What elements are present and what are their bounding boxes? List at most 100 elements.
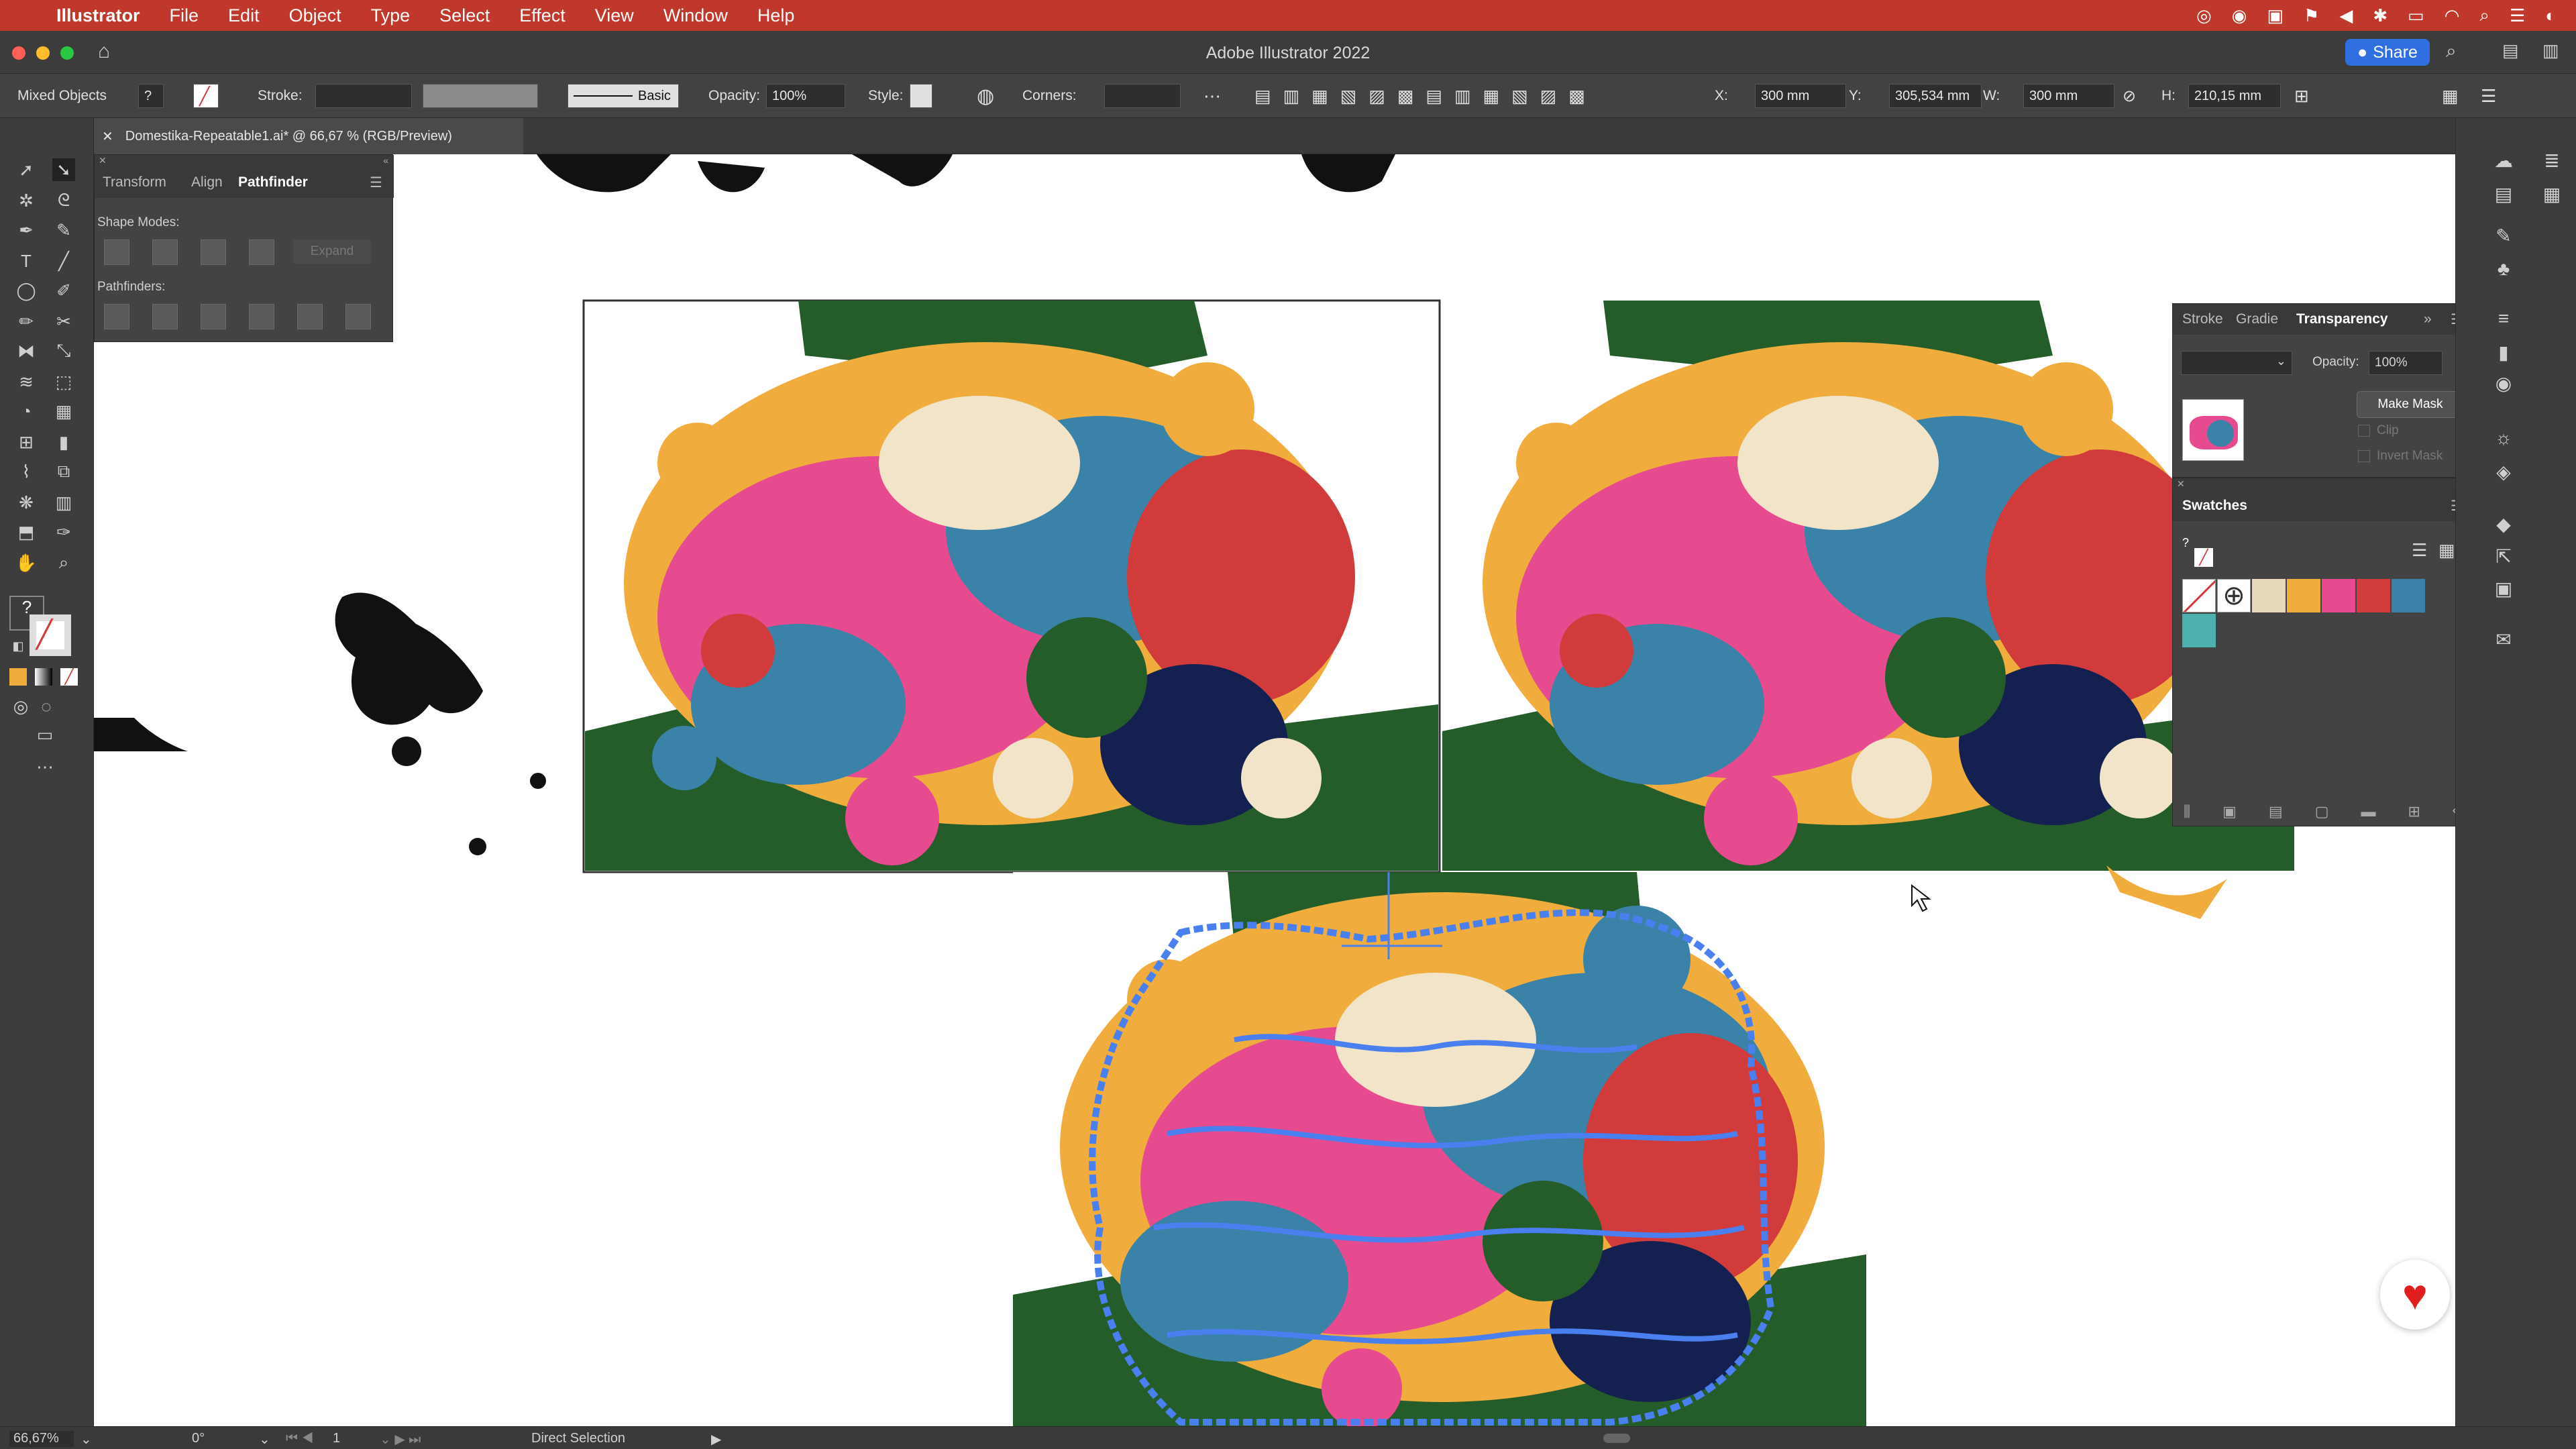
stroke-panel-icon[interactable]: ≡ xyxy=(2492,307,2515,330)
warp-tool-icon[interactable]: ≋ xyxy=(15,370,38,393)
symbol-sprayer-tool-icon[interactable]: ❋ xyxy=(15,491,38,514)
close-panel-icon[interactable]: ✕ xyxy=(2177,478,2185,489)
swatch-options-icon[interactable]: ▤ xyxy=(2269,803,2283,820)
list-view-icon[interactable]: ☰ xyxy=(2412,540,2427,561)
curvature-tool-icon[interactable]: ✎ xyxy=(52,219,75,241)
merge-icon[interactable] xyxy=(201,304,226,329)
export-icon[interactable]: ⇱ xyxy=(2492,545,2515,568)
fill-swatch[interactable]: ? xyxy=(138,84,164,108)
stroke-swatch[interactable]: ╱ xyxy=(193,84,219,108)
x-field[interactable]: 300 mm xyxy=(1755,84,1846,108)
blend-mode-select[interactable]: ⌄ xyxy=(2181,351,2292,375)
type-tool-icon[interactable]: T xyxy=(15,250,38,272)
opacity-field[interactable]: 100% xyxy=(2369,351,2443,375)
corners-field[interactable] xyxy=(1104,84,1181,108)
control-center-icon[interactable]: ☰ xyxy=(2510,5,2525,26)
siri-icon[interactable]: ◐ xyxy=(2545,5,2556,26)
scale-tool-icon[interactable]: ⤡ xyxy=(52,339,75,362)
screen-icon[interactable]: ▣ xyxy=(2267,5,2284,26)
layers-icon[interactable]: ◆ xyxy=(2492,513,2515,535)
rotation-chevron-icon[interactable]: ⌄ xyxy=(259,1431,272,1448)
edit-toolbar-icon[interactable]: ⋯ xyxy=(34,755,56,778)
artboard-tool-icon[interactable]: ⬒ xyxy=(15,521,38,543)
zoom-tool-icon[interactable]: ⌕ xyxy=(52,551,75,574)
share-button[interactable]: ● Share xyxy=(2345,39,2430,66)
tab-align[interactable]: Align xyxy=(191,167,223,198)
creative-cloud-icon[interactable]: ◎ xyxy=(2196,5,2212,26)
tab-transform[interactable]: Transform xyxy=(103,167,166,198)
zoom-chevron-icon[interactable]: ⌄ xyxy=(80,1431,107,1448)
style-swatch[interactable] xyxy=(910,84,932,108)
zoom-field[interactable]: 66,67% xyxy=(9,1431,74,1447)
free-transform-tool-icon[interactable]: ⬚ xyxy=(52,370,75,393)
menu-window[interactable]: Window xyxy=(663,5,728,26)
flag-icon[interactable]: ⚑ xyxy=(2304,5,2319,26)
canvas[interactable]: ♥ xyxy=(94,154,2455,1426)
comments-icon[interactable]: ✉ xyxy=(2492,628,2515,651)
expand-button[interactable]: Expand xyxy=(293,239,371,264)
expand-panel-icon[interactable]: » xyxy=(2424,304,2432,335)
swatch-registration[interactable]: ⊕ xyxy=(2217,579,2251,612)
exclude-icon[interactable] xyxy=(249,239,274,265)
tab-swatches[interactable]: Swatches xyxy=(2182,490,2247,521)
unite-icon[interactable] xyxy=(104,239,129,265)
graphic-styles-icon[interactable]: ◈ xyxy=(2492,460,2515,483)
pencil-tool-icon[interactable]: ✏ xyxy=(15,310,38,333)
arrange-documents-icon[interactable]: ▤ xyxy=(2502,40,2519,61)
collapse-panel-icon[interactable]: « xyxy=(383,155,388,166)
y-field[interactable]: 305,534 mm xyxy=(1889,84,1982,108)
gradient-mode-icon[interactable] xyxy=(35,668,52,686)
scissors-tool-icon[interactable]: ✂ xyxy=(52,310,75,333)
constrain-proportions-icon[interactable]: ⊘ xyxy=(2123,74,2136,118)
new-color-group-icon[interactable]: ▢ xyxy=(2315,803,2329,820)
swatch-library-icon[interactable]: ⫼ xyxy=(2184,803,2190,820)
libraries-icon[interactable]: ☁ xyxy=(2492,149,2515,172)
direct-selection-tool-icon[interactable]: ➘ xyxy=(52,158,75,181)
none-mode-icon[interactable]: ╱ xyxy=(60,668,78,686)
swatch-0[interactable] xyxy=(2252,579,2286,612)
minus-back-icon[interactable] xyxy=(345,304,371,329)
show-kinds-icon[interactable]: ▣ xyxy=(2222,803,2237,820)
menu-app-name[interactable]: Illustrator xyxy=(56,5,140,26)
menu-object[interactable]: Object xyxy=(289,5,341,26)
bluetooth-icon[interactable]: ✱ xyxy=(2373,5,2387,26)
w-field[interactable]: 300 mm xyxy=(2023,84,2114,108)
transform-options-icon[interactable]: ⊞ xyxy=(2294,74,2309,118)
search-icon[interactable]: ⌕ xyxy=(2446,40,2457,62)
column-graph-tool-icon[interactable]: ▥ xyxy=(52,491,75,514)
invert-mask-checkbox[interactable] xyxy=(2358,450,2370,462)
trim-icon[interactable] xyxy=(152,304,178,329)
lasso-tool-icon[interactable]: ᘓ xyxy=(52,189,75,212)
workspace-icon[interactable]: ▥ xyxy=(2542,40,2559,61)
stroke-color-box[interactable]: ╱ xyxy=(30,614,71,656)
paintbrush-tool-icon[interactable]: ✐ xyxy=(52,279,75,302)
properties-panel-icon[interactable]: ≣ xyxy=(2540,149,2563,172)
clip-checkbox[interactable] xyxy=(2358,425,2370,437)
line-tool-icon[interactable]: ╱ xyxy=(52,250,75,272)
brush-definition-field[interactable]: Basic xyxy=(568,84,679,108)
folder-icon[interactable]: ▬ xyxy=(2361,803,2376,820)
gradient-panel-icon[interactable]: ▮ xyxy=(2492,341,2515,364)
swatch-1[interactable] xyxy=(2287,579,2320,612)
menu-file[interactable]: File xyxy=(170,5,199,26)
horizontal-scrollbar[interactable] xyxy=(731,1431,2449,1444)
transparency-panel-icon[interactable]: ◉ xyxy=(2492,372,2515,394)
document-tab[interactable]: ✕ Domestika-Repeatable1.ai* @ 66,67 % (R… xyxy=(94,118,523,154)
menu-effect[interactable]: Effect xyxy=(519,5,566,26)
volume-icon[interactable]: ◀ xyxy=(2339,5,2353,26)
variable-width-field[interactable] xyxy=(423,84,538,108)
fill-stroke-indicator[interactable]: ? ╱ xyxy=(2182,536,2214,568)
menu-help[interactable]: Help xyxy=(757,5,795,26)
tab-gradient[interactable]: Gradie xyxy=(2236,304,2278,335)
info-panel-icon[interactable]: ▦ xyxy=(2540,182,2563,205)
align-icons[interactable]: ▤▥▦▧▨▩▤▥▦▧▨▩ xyxy=(1254,74,1597,118)
arrange-icon[interactable]: ▦ xyxy=(2442,74,2459,118)
menu-edit[interactable]: Edit xyxy=(228,5,260,26)
properties-icon[interactable]: ▤ xyxy=(2492,182,2515,205)
pen-tool-icon[interactable]: ✒ xyxy=(15,219,38,241)
swatch-2[interactable] xyxy=(2322,579,2355,612)
intersect-icon[interactable] xyxy=(201,239,226,265)
tab-stroke[interactable]: Stroke xyxy=(2182,304,2223,335)
outline-icon[interactable] xyxy=(297,304,323,329)
h-field[interactable]: 210,15 mm xyxy=(2188,84,2281,108)
